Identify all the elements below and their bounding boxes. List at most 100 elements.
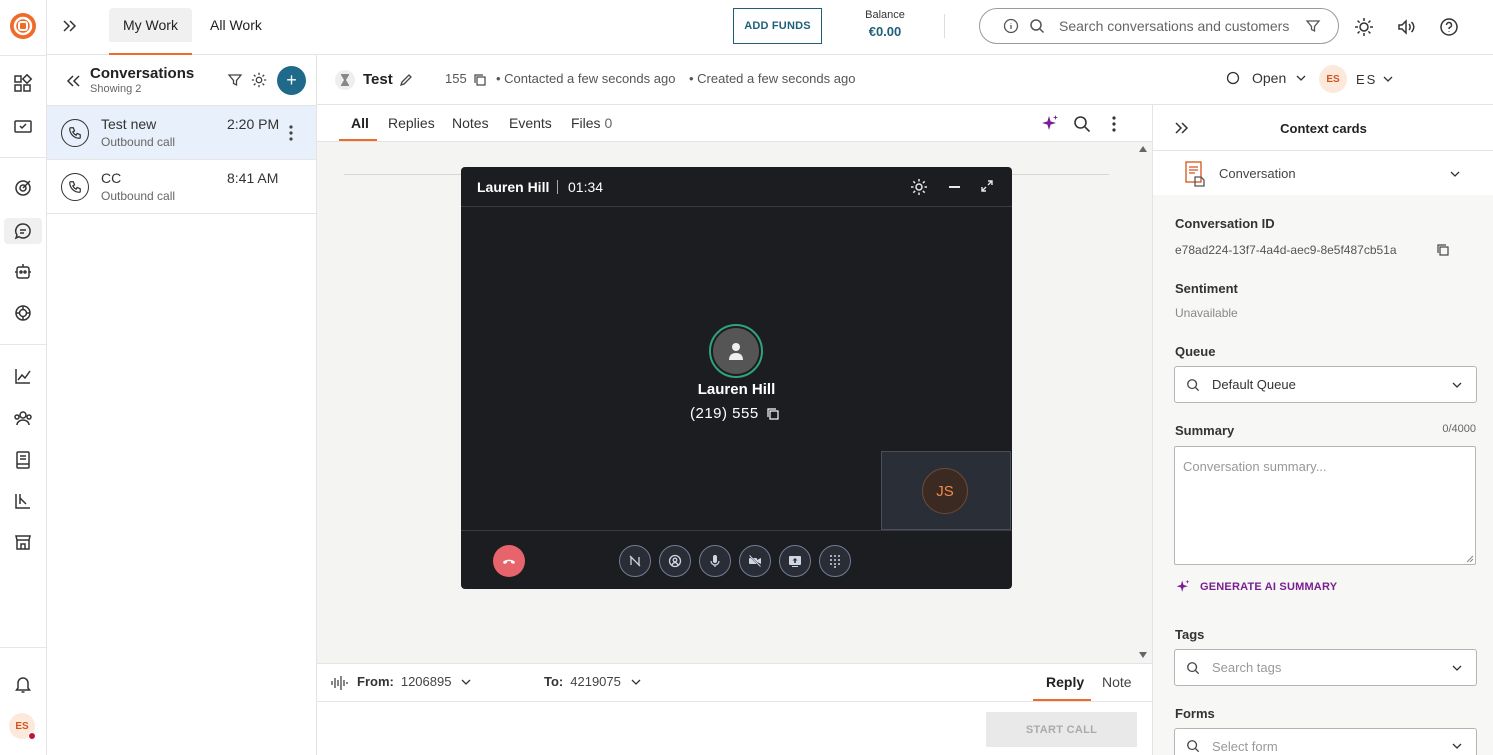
left-rail: ES [0,0,47,755]
bot-icon[interactable] [11,259,35,283]
chevron-down-icon [1452,743,1462,749]
contacts-icon[interactable] [11,406,35,430]
self-avatar: JS [922,468,968,514]
app-logo-icon[interactable] [9,12,37,40]
chevron-down-icon [631,679,641,685]
conversation-time: 8:41 AM [227,170,279,186]
tab-all-work[interactable]: All Work [196,8,276,42]
tags-select[interactable]: Search tags [1174,649,1477,686]
search-input[interactable]: Search conversations and customers [1059,18,1289,34]
tab-replies[interactable]: Replies [388,115,435,131]
plus-icon: + [286,70,297,90]
generate-ai-summary-button[interactable]: GENERATE AI SUMMARY [1175,579,1337,595]
conversation-type: Outbound call [101,135,176,149]
scrollbar[interactable] [1135,142,1152,663]
chat-icon[interactable] [4,218,42,244]
conversation-section-header[interactable]: Conversation [1153,151,1493,195]
ai-sparkle-icon[interactable] [1040,114,1060,134]
tab-notes[interactable]: Notes [452,115,489,131]
settings-icon[interactable] [909,177,929,197]
theme-icon[interactable] [1354,17,1374,37]
noise-cancel-button[interactable] [619,545,651,577]
forms-label: Forms [1175,706,1215,721]
created-time: • Created a few seconds ago [689,71,856,86]
assignee-dropdown[interactable]: ES ES [1319,65,1393,93]
notifications-icon[interactable] [11,672,35,696]
filter-icon[interactable] [1305,18,1321,34]
reports-icon[interactable] [11,489,35,513]
queue-select[interactable]: Default Queue [1174,366,1477,403]
video-button[interactable] [739,545,771,577]
ticket-icon[interactable] [11,114,35,138]
start-call-button[interactable]: START CALL [986,712,1137,747]
hangup-button[interactable] [493,545,525,577]
tab-my-work[interactable]: My Work [109,8,192,55]
new-conversation-button[interactable]: + [277,66,306,95]
search-bar[interactable]: Search conversations and customers [979,8,1339,44]
summary-textarea[interactable]: Conversation summary... [1174,446,1476,565]
search-icon[interactable] [1073,115,1091,133]
status-circle-icon [1226,71,1240,85]
conversation-time: 2:20 PM [227,116,280,132]
presence-dot [28,732,36,740]
search-icon [1029,18,1045,34]
queue-label: Queue [1175,344,1216,359]
filter-icon[interactable] [227,72,243,88]
from-selector[interactable]: From: 1206895 [357,674,471,689]
status-label: Open [1252,70,1287,86]
collapse-list-icon[interactable] [64,72,82,90]
ai-icon[interactable] [11,301,35,325]
copy-icon[interactable] [766,407,780,421]
forms-select[interactable]: Select form [1174,728,1477,755]
conversation-list-panel: Conversations Showing 2 + Test new Outbo… [47,55,317,755]
to-value: 4219075 [570,674,621,689]
dialpad-button[interactable] [819,545,851,577]
apps-icon[interactable] [11,72,35,96]
noise-cancel-icon [629,555,641,567]
conversations-subtitle: Showing 2 [90,83,142,95]
sound-icon[interactable] [1396,17,1416,37]
tab-all[interactable]: All [351,115,369,131]
add-funds-button[interactable]: ADD FUNDS [733,8,822,44]
conversation-item[interactable]: Test new Outbound call 2:20 PM [47,106,316,160]
resize-handle-icon[interactable] [1466,555,1474,563]
ai-sparkle-icon [1175,579,1191,595]
from-label: From: [357,674,394,689]
expand-nav-icon[interactable] [61,17,79,35]
call-header: Lauren Hill 01:34 [461,167,1012,207]
mute-button[interactable] [699,545,731,577]
expand-icon[interactable] [980,179,994,193]
tab-note[interactable]: Note [1102,674,1132,690]
balance-label: Balance [865,9,905,21]
generate-ai-label: GENERATE AI SUMMARY [1200,581,1338,593]
share-screen-button[interactable] [779,545,811,577]
to-selector[interactable]: To: 4219075 [544,674,641,689]
chevron-down-icon [461,679,471,685]
knowledge-icon[interactable] [11,448,35,472]
edit-icon[interactable] [399,73,413,87]
target-icon[interactable] [11,176,35,200]
transfer-button[interactable] [659,545,691,577]
copy-icon[interactable] [473,73,487,87]
info-icon[interactable] [1003,18,1019,34]
analytics-icon[interactable] [11,364,35,388]
minimize-icon[interactable] [949,186,960,188]
scroll-up-icon[interactable] [1139,146,1147,152]
tab-events[interactable]: Events [509,115,552,131]
scroll-down-icon[interactable] [1139,652,1147,658]
tab-files-label: Files [571,115,601,131]
help-icon[interactable] [1439,17,1459,37]
store-icon[interactable] [11,530,35,554]
tab-reply[interactable]: Reply [1046,674,1084,690]
conversation-item[interactable]: CC Outbound call 8:41 AM [47,160,316,214]
forms-placeholder: Select form [1212,738,1278,754]
status-dropdown[interactable]: Open [1226,70,1306,86]
user-avatar[interactable]: ES [9,713,36,740]
sentiment-value: Unavailable [1175,306,1238,320]
more-options-icon[interactable] [1111,115,1117,133]
tab-files[interactable]: Files 0 [571,115,612,131]
copy-icon[interactable] [1436,243,1450,257]
settings-icon[interactable] [250,71,268,89]
more-options-icon[interactable] [288,124,294,142]
balance-value: €0.00 [868,24,902,39]
